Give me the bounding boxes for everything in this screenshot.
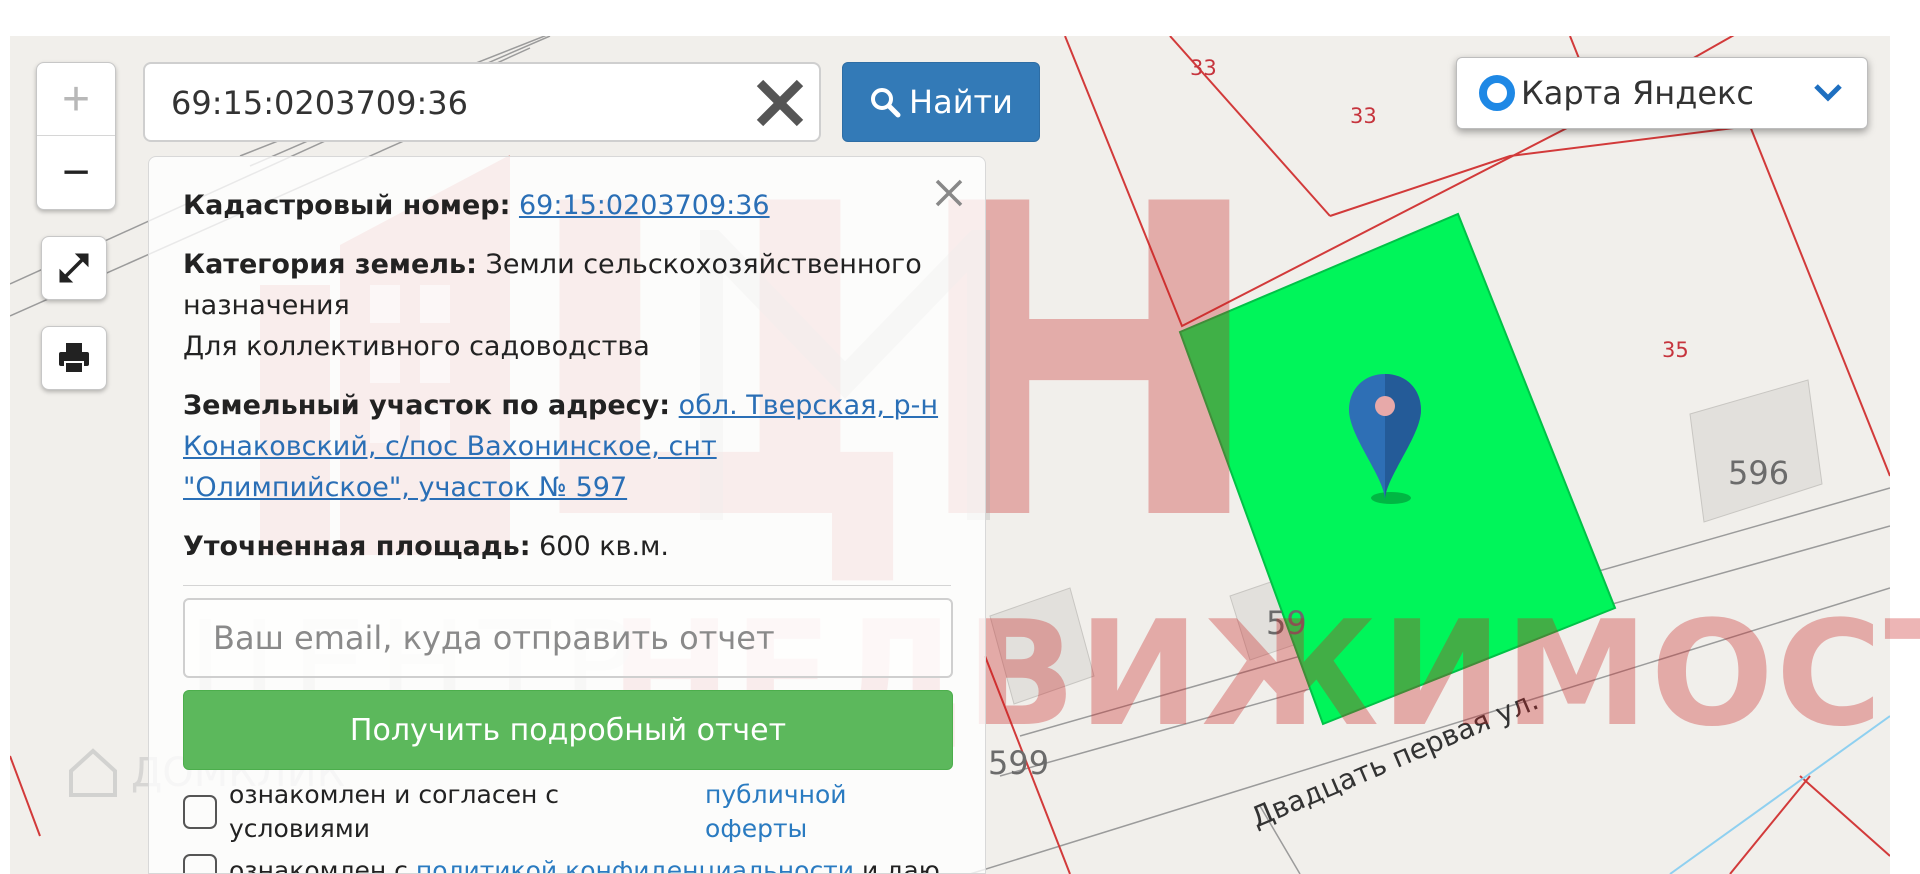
privacy-text: ознакомлен с	[229, 856, 408, 874]
print-button[interactable]	[41, 326, 107, 390]
search-icon	[871, 88, 901, 118]
offer-text: ознакомлен и согласен с условиями	[229, 780, 559, 843]
zoom-control: + −	[36, 62, 116, 210]
privacy-tail-text: и даю	[861, 856, 940, 874]
parcel-label: 33	[1190, 56, 1217, 80]
expand-icon	[59, 253, 89, 283]
offer-link[interactable]: публичной оферты	[705, 778, 951, 846]
privacy-consent-row: ознакомлен с политикой конфиденциальност…	[183, 854, 951, 874]
map-layer-select[interactable]: Карта Яндекс	[1456, 57, 1868, 129]
zoom-out-button[interactable]: −	[37, 136, 115, 208]
clear-icon[interactable]	[755, 78, 805, 128]
cadastral-number-row: Кадастровый номер: 69:15:0203709:36	[183, 185, 951, 226]
house-number: 596	[1728, 454, 1790, 492]
area-label: Уточненная площадь:	[183, 531, 531, 562]
print-icon	[59, 343, 89, 374]
cadastral-info-panel: Кадастровый номер: 69:15:0203709:36 Кате…	[148, 156, 986, 874]
close-icon[interactable]	[929, 173, 969, 213]
search-box	[143, 62, 821, 142]
map-marker-icon[interactable]	[1345, 374, 1425, 512]
map-layer-label: Карта Яндекс	[1521, 74, 1754, 112]
address-row: Земельный участок по адресу: обл. Тверск…	[183, 385, 951, 508]
fullscreen-button[interactable]	[41, 236, 107, 300]
house-number: 599	[988, 744, 1050, 782]
offer-consent-row: ознакомлен и согласен с условиями публич…	[183, 778, 951, 846]
parcel-label: 35	[1662, 338, 1689, 362]
email-field[interactable]	[183, 598, 953, 678]
area-value: 600 кв.м.	[539, 531, 669, 562]
cadastral-number-label: Кадастровый номер:	[183, 190, 511, 221]
get-report-button[interactable]: Получить подробный отчет	[183, 690, 953, 770]
house-number: 59	[1266, 604, 1307, 642]
area-row: Уточненная площадь: 600 кв.м.	[183, 526, 951, 567]
find-button-label: Найти	[909, 83, 1013, 121]
search-input[interactable]	[169, 78, 733, 128]
address-label: Земельный участок по адресу:	[183, 390, 671, 421]
offer-checkbox[interactable]	[183, 795, 217, 829]
zoom-in-button[interactable]: +	[37, 63, 115, 136]
privacy-checkbox[interactable]	[183, 854, 217, 873]
land-category-label: Категория земель:	[183, 249, 477, 280]
chevron-down-icon	[1814, 84, 1842, 102]
land-usage-value: Для коллективного садоводства	[183, 331, 650, 362]
cadastral-number-link[interactable]: 69:15:0203709:36	[519, 190, 770, 221]
divider	[183, 585, 951, 586]
find-button[interactable]: Найти	[842, 62, 1040, 142]
land-category-row: Категория земель: Земли сельскохозяйстве…	[183, 244, 951, 367]
parcel-label: 33	[1350, 104, 1377, 128]
privacy-link[interactable]: политикой конфиденциальности	[416, 854, 854, 873]
radio-selected-icon	[1479, 75, 1515, 111]
